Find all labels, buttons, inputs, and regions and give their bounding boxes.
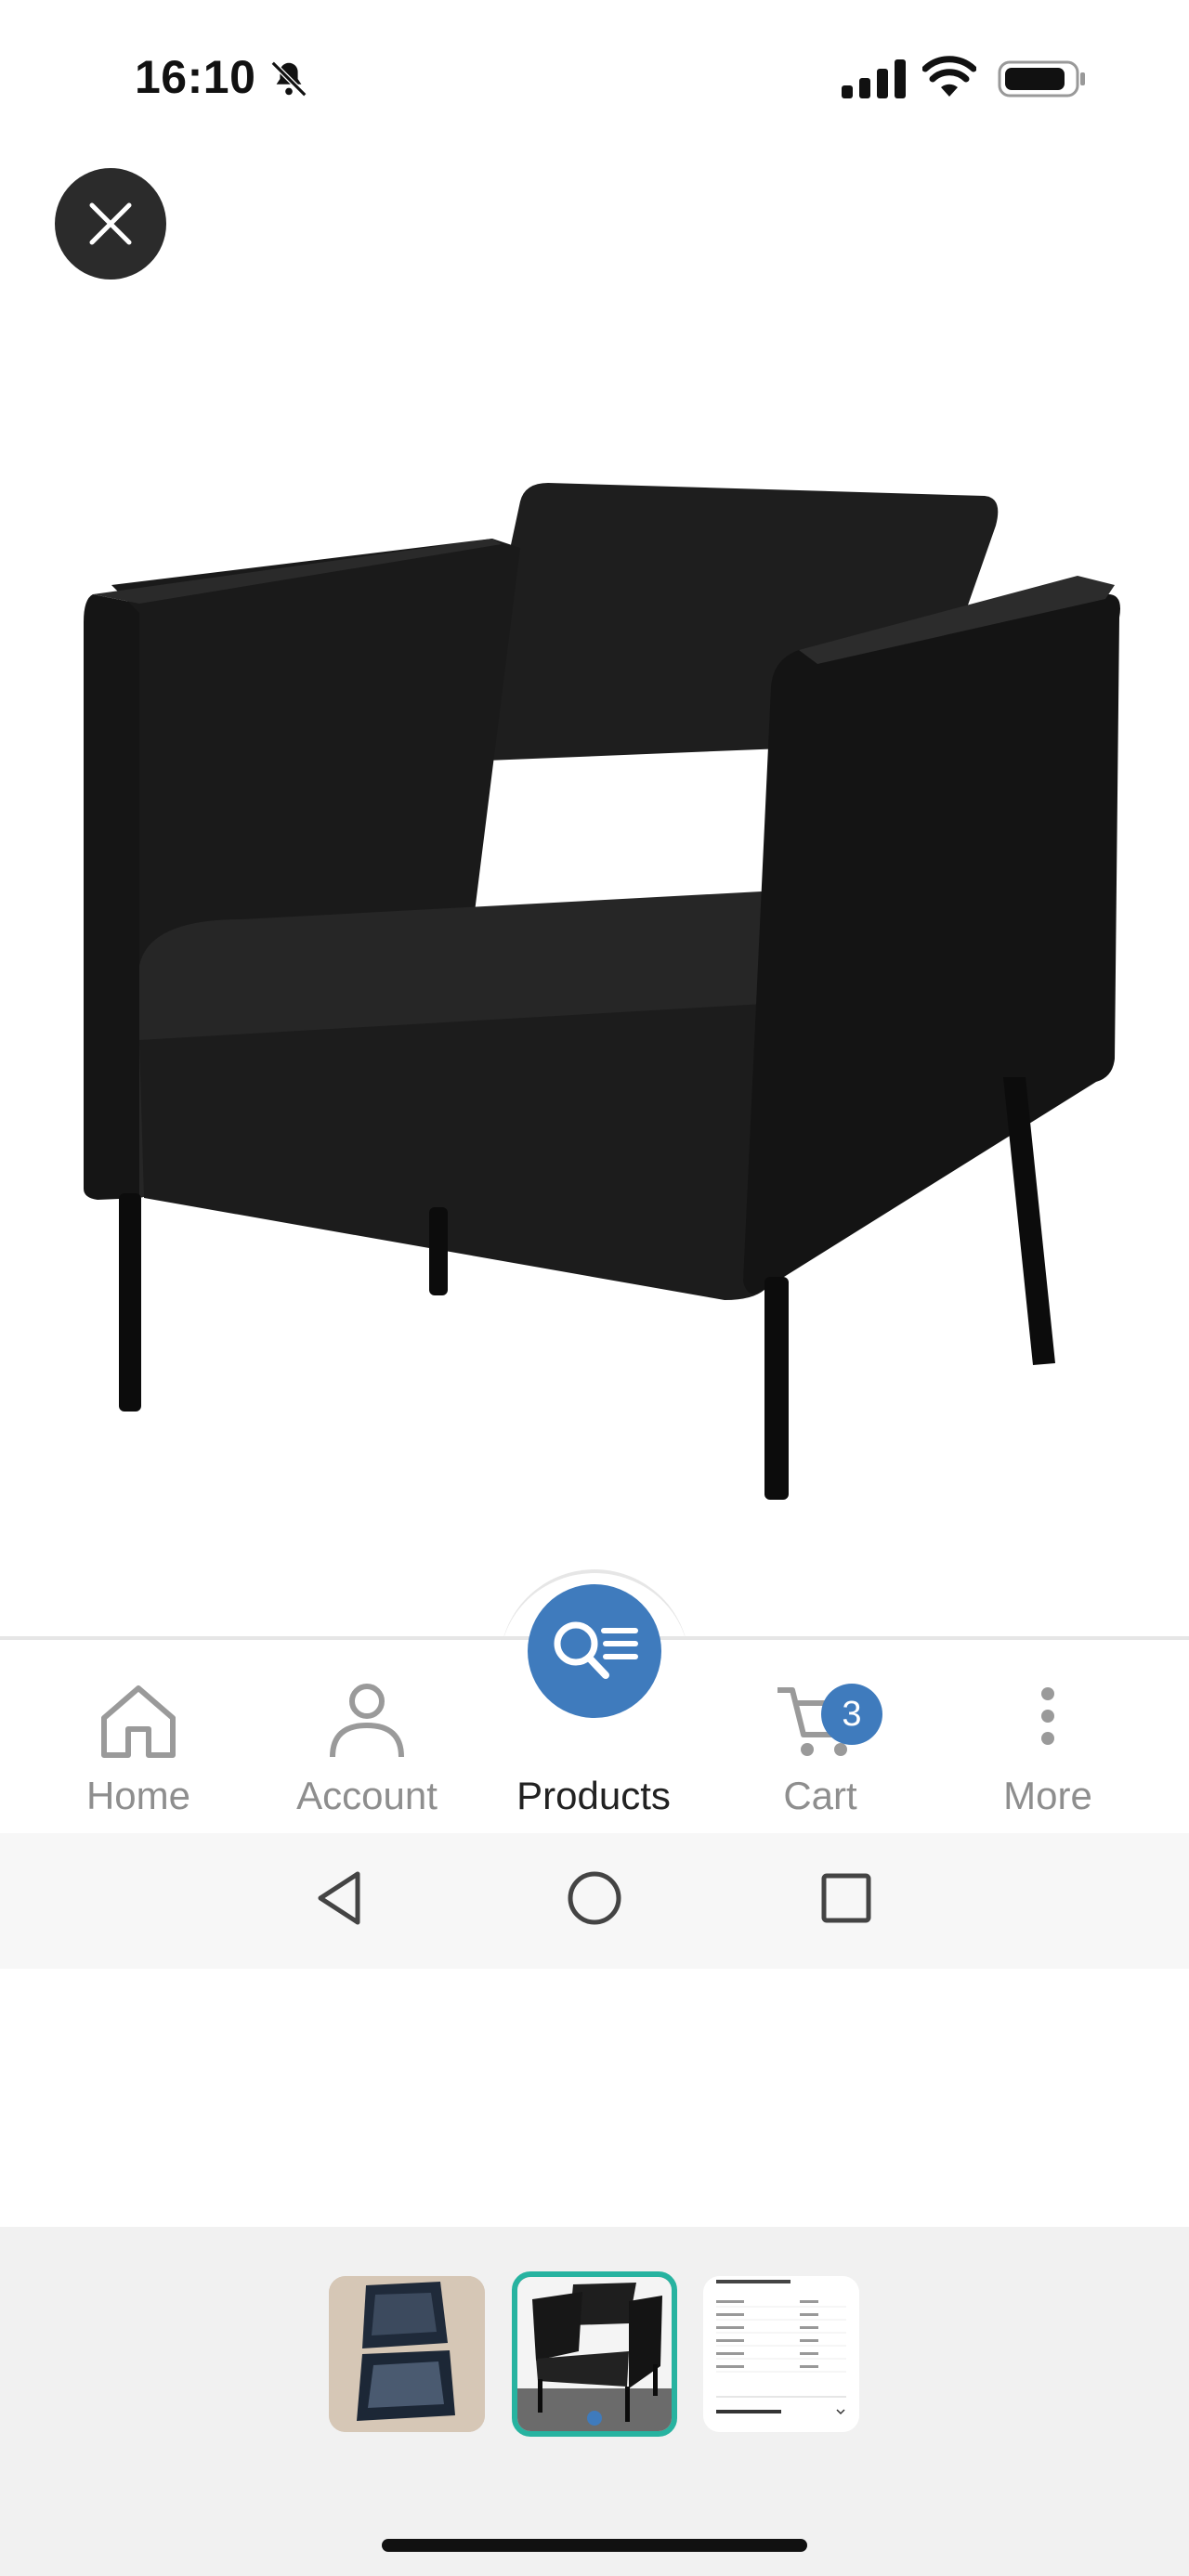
home-system-button[interactable] [553,1852,636,1945]
packaged-chair-image [329,2276,485,2432]
home-icon [101,1685,176,1758]
nav-home[interactable]: Home [27,1640,250,1837]
back-triangle-icon [318,1871,360,1925]
chair-thumbnail-image [517,2277,672,2431]
back-button[interactable] [297,1852,381,1945]
nav-more-label: More [1003,1774,1092,1817]
thumbnail-specs[interactable] [703,2276,859,2432]
user-icon [330,1684,404,1758]
nav-account-label: Account [296,1774,438,1817]
wifi-icon [922,56,976,97]
battery-icon [998,60,1085,98]
signal-icon [842,59,906,98]
thumbnail-packaged[interactable] [329,2276,485,2432]
nav-more[interactable]: More [936,1640,1159,1837]
nav-cart-label: Cart [783,1774,857,1817]
products-fab[interactable] [528,1584,661,1718]
close-icon [89,202,132,245]
nav-home-label: Home [85,1774,191,1817]
product-image[interactable] [56,483,1133,1523]
product-search-icon [554,1621,638,1679]
status-time: 16:10 [135,51,256,103]
nav-account[interactable]: Account [255,1640,478,1837]
more-vertical-icon [1041,1687,1054,1745]
home-indicator[interactable] [382,2539,807,2552]
recents-button[interactable] [804,1852,888,1945]
spec-sheet-image [703,2276,859,2432]
status-bar: 16:10 [0,0,1189,158]
thumbnail-strip [0,2227,1189,2576]
bell-off-icon [270,60,307,98]
system-nav-bar [0,1833,1189,1969]
recents-square-icon [821,1873,871,1923]
nav-cart[interactable]: Cart [709,1640,932,1837]
home-circle-icon [568,1871,621,1925]
cart-badge: 3 [821,1684,882,1745]
thumbnail-chair[interactable] [512,2271,677,2437]
close-button[interactable] [55,168,166,280]
nav-products-label: Products [516,1774,671,1817]
